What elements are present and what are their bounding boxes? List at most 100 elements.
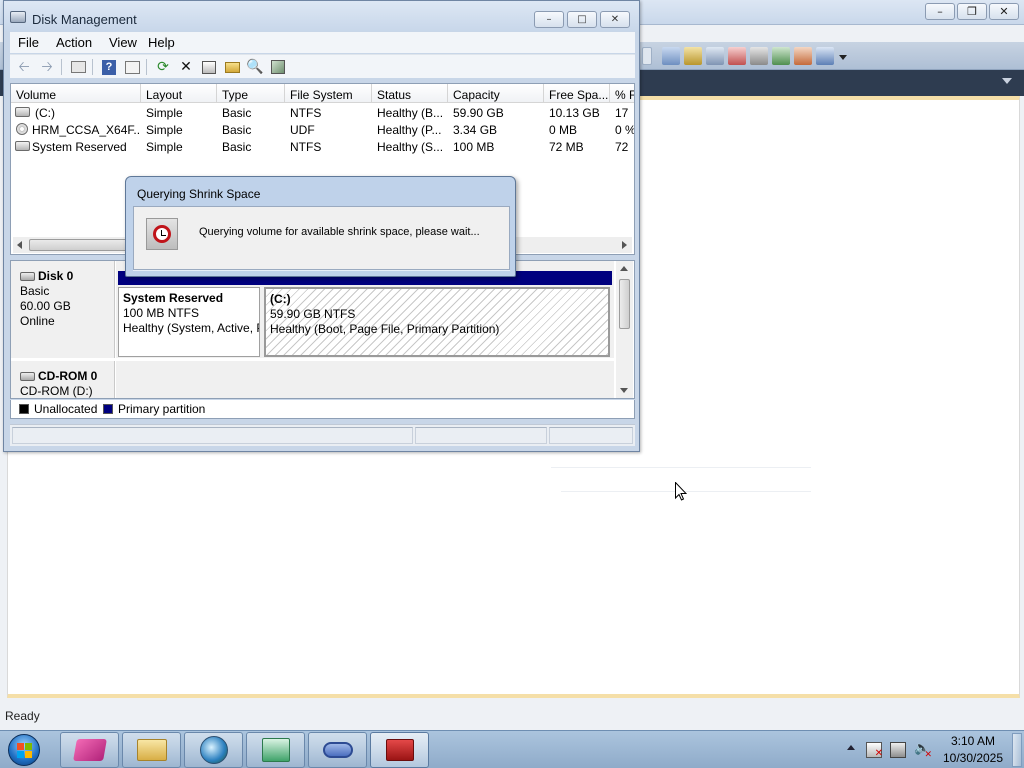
refresh-icon[interactable]: ⟳ — [154, 58, 172, 76]
disk-graphical-view: Disk 0 Basic 60.00 GB Online System Rese… — [10, 260, 635, 399]
bg-close-button[interactable]: ✕ — [989, 3, 1019, 20]
partition-size-fs: 100 MB NTFS — [123, 306, 200, 320]
disk-kind: Basic — [20, 284, 50, 298]
help-icon[interactable]: ? — [100, 58, 118, 76]
column-header-file-system[interactable]: File System — [285, 84, 372, 103]
cell-type: Basic — [222, 123, 252, 137]
network-icon[interactable] — [890, 742, 906, 758]
scroll-up-icon[interactable] — [620, 266, 628, 271]
maximize-button[interactable]: □ — [567, 11, 597, 28]
partition-size-fs: 59.90 GB NTFS — [270, 307, 356, 321]
menu-help[interactable]: Help — [144, 35, 179, 50]
taskbar-app-download[interactable] — [246, 732, 305, 768]
tool-screen-icon[interactable] — [816, 47, 834, 65]
status-pane — [415, 427, 547, 444]
column-header-percent-free[interactable]: % F — [610, 84, 634, 103]
partition-system-reserved[interactable]: System Reserved 100 MB NTFS Healthy (Sys… — [118, 287, 260, 357]
column-header-capacity[interactable]: Capacity — [448, 84, 544, 103]
scroll-right-icon[interactable] — [622, 241, 627, 249]
querying-shrink-space-dialog: Querying Shrink Space Querying volume fo… — [125, 176, 516, 277]
settings-icon[interactable] — [269, 58, 287, 76]
taskbar-app-ribbon[interactable] — [60, 732, 119, 768]
cell-volume: System Reserved — [32, 140, 127, 154]
tool-scissors-icon[interactable] — [750, 47, 768, 65]
tool-window-icon[interactable] — [706, 47, 724, 65]
clock-date[interactable]: 10/30/2025 — [936, 751, 1010, 765]
dm-statusbar — [10, 424, 635, 446]
open-icon[interactable] — [223, 58, 241, 76]
bg-restore-button[interactable]: ❐ — [957, 3, 987, 20]
cell-volume: HRM_CCSA_X64F... — [32, 123, 139, 137]
properties-list-icon[interactable] — [123, 58, 141, 76]
cd-drive-icon — [20, 372, 35, 381]
tool-folder-icon[interactable] — [684, 47, 702, 65]
rescan-icon[interactable]: 🔍 — [246, 58, 264, 76]
action-center-icon[interactable]: ✕ — [866, 742, 883, 759]
console-tree-icon[interactable] — [69, 58, 87, 76]
column-header-status[interactable]: Status — [372, 84, 448, 103]
delete-icon[interactable]: ✕ — [177, 58, 195, 76]
column-header-volume[interactable]: Volume — [11, 84, 141, 103]
cell-percent-free: 0 % — [615, 123, 634, 137]
vertical-scrollbar[interactable] — [616, 261, 633, 398]
toolbar-separator — [92, 59, 93, 75]
chevron-down-icon[interactable] — [1002, 78, 1012, 84]
volume-list-header: Volume Layout Type File System Status Ca… — [11, 84, 634, 103]
browser-icon — [199, 736, 228, 764]
tool-search-icon[interactable] — [662, 47, 680, 65]
cell-status: Healthy (S... — [377, 140, 444, 154]
tool-wrench-icon[interactable] — [794, 47, 812, 65]
table-row[interactable]: HRM_CCSA_X64F... Simple Basic UDF Health… — [11, 121, 634, 138]
file-explorer-icon — [136, 739, 167, 761]
maximize-icon: □ — [577, 13, 587, 25]
disk-0-label[interactable]: Disk 0 Basic 60.00 GB Online — [11, 261, 115, 358]
partition-c-drive[interactable]: (C:) 59.90 GB NTFS Healthy (Boot, Page F… — [264, 287, 610, 357]
menu-file[interactable]: File — [14, 35, 43, 50]
show-hidden-icons-icon[interactable] — [847, 745, 855, 750]
menu-action[interactable]: Action — [52, 35, 96, 50]
bg-minimize-button[interactable]: – — [925, 3, 955, 20]
tool-grid-icon[interactable] — [772, 47, 790, 65]
scroll-left-icon[interactable] — [17, 241, 22, 249]
close-button[interactable]: ✕ — [600, 11, 630, 28]
properties-icon[interactable] — [200, 58, 218, 76]
minimize-icon: – — [937, 5, 943, 18]
show-desktop-button[interactable] — [1012, 733, 1022, 767]
taskbar-app-explorer[interactable] — [122, 732, 181, 768]
menu-view[interactable]: View — [105, 35, 141, 50]
column-header-free-space[interactable]: Free Spa... — [544, 84, 610, 103]
table-row[interactable]: (C:) Simple Basic NTFS Healthy (B... 59.… — [11, 104, 634, 121]
drive-icon — [15, 107, 30, 117]
cell-type: Basic — [222, 106, 252, 120]
cd-rom-0-label[interactable]: CD-ROM 0 CD-ROM (D:) — [11, 361, 115, 398]
clock-time[interactable]: 3:10 AM — [936, 734, 1010, 748]
column-header-type[interactable]: Type — [217, 84, 285, 103]
taskbar-app-infinity[interactable] — [308, 732, 367, 768]
cell-free-space: 0 MB — [549, 123, 578, 137]
scroll-down-icon[interactable] — [620, 388, 628, 393]
cd-drive-icon — [16, 123, 28, 135]
back-arrow-icon[interactable]: 🡠 — [15, 58, 33, 76]
horizontal-scroll-thumb[interactable] — [29, 239, 129, 251]
start-button[interactable] — [4, 732, 44, 768]
disk-size: 60.00 GB — [20, 299, 71, 313]
cell-status: Healthy (B... — [377, 106, 444, 120]
tool-mail-icon[interactable] — [728, 47, 746, 65]
cell-file-system: NTFS — [290, 140, 322, 154]
volume-muted-icon[interactable]: 🔈 ✕ — [914, 742, 932, 760]
cd-rom-0-area — [116, 361, 614, 398]
taskbar-app-browser[interactable] — [184, 732, 243, 768]
taskbar-app-toolbox[interactable] — [370, 732, 429, 768]
dm-titlebar[interactable]: Disk Management – □ ✕ — [4, 1, 639, 31]
vertical-scroll-thumb[interactable] — [619, 279, 630, 329]
partition-name: System Reserved — [123, 291, 224, 305]
cell-capacity: 100 MB — [453, 140, 495, 154]
partition-name: (C:) — [270, 292, 291, 306]
column-header-layout[interactable]: Layout — [141, 84, 217, 103]
drive-icon — [15, 141, 30, 151]
minimize-button[interactable]: – — [534, 11, 564, 28]
table-row[interactable]: System Reserved Simple Basic NTFS Health… — [11, 138, 634, 155]
forward-arrow-icon[interactable]: 🡢 — [38, 58, 56, 76]
hard-disk-icon — [20, 272, 35, 281]
toolbar-overflow-icon[interactable] — [838, 47, 848, 65]
